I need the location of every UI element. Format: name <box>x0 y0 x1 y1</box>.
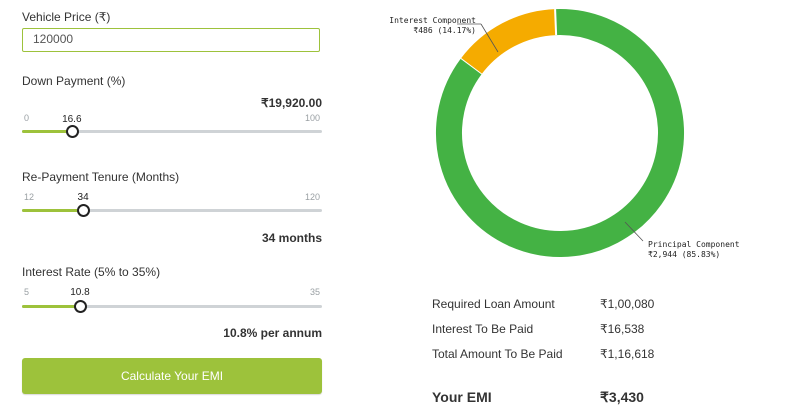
down-payment-label: Down Payment (%) <box>22 74 126 88</box>
calculate-emi-button[interactable]: Calculate Your EMI <box>22 358 322 394</box>
tenure-slider-fill <box>22 209 84 212</box>
total-amount-value: ₹1,16,618 <box>600 347 655 361</box>
down-payment-slider[interactable] <box>22 125 322 138</box>
interest-component-callout: Interest Component ₹486 (14.17%) <box>386 16 476 36</box>
tenure-slider-handle[interactable] <box>77 204 91 217</box>
interest-paid-label: Interest To Be Paid <box>432 322 534 336</box>
down-payment-min: 0 <box>24 113 30 123</box>
principal-component-value: ₹2,944 (85.83%) <box>648 250 721 259</box>
interest-component-name: Interest Component <box>389 16 476 25</box>
tenure-display: 34 months <box>261 231 322 245</box>
down-payment-amount: ₹19,920.00 <box>260 96 322 110</box>
loan-amount-value: ₹1,00,080 <box>600 297 655 311</box>
total-amount-label: Total Amount To Be Paid <box>432 347 563 361</box>
loan-amount-label: Required Loan Amount <box>432 297 555 311</box>
interest-rate-min: 5 <box>24 287 30 297</box>
interest-rate-current-value: 10.8 <box>70 287 90 298</box>
interest-rate-slider-fill <box>22 305 80 308</box>
interest-rate-slider-handle[interactable] <box>73 300 87 313</box>
interest-component-value: ₹486 (14.17%) <box>413 26 476 35</box>
down-payment-slider-fill <box>22 130 72 133</box>
down-payment-current-value: 16.6 <box>62 114 82 125</box>
vehicle-price-input[interactable]: 120000 <box>22 28 320 52</box>
emi-label: Your EMI <box>432 389 492 405</box>
down-payment-max: 100 <box>304 113 320 123</box>
principal-component-callout: Principal Component ₹2,944 (85.83%) <box>648 240 740 260</box>
tenure-label: Re-Payment Tenure (Months) <box>22 170 180 184</box>
tenure-min: 12 <box>24 192 35 202</box>
tenure-slider[interactable] <box>22 204 322 217</box>
tenure-current-value: 34 <box>77 192 89 203</box>
down-payment-slider-handle[interactable] <box>65 125 79 138</box>
interest-rate-slider[interactable] <box>22 300 322 313</box>
slice-separator <box>554 9 558 36</box>
vehicle-price-label: Vehicle Price (₹) <box>22 10 111 24</box>
interest-paid-value: ₹16,538 <box>600 322 645 336</box>
interest-rate-display: 10.8% per annum <box>223 326 322 340</box>
interest-rate-max: 35 <box>309 287 320 297</box>
tenure-max: 120 <box>304 192 320 202</box>
emi-value: ₹3,430 <box>600 389 644 405</box>
interest-rate-label: Interest Rate (5% to 35%) <box>22 265 161 279</box>
principal-component-name: Principal Component <box>648 240 740 249</box>
